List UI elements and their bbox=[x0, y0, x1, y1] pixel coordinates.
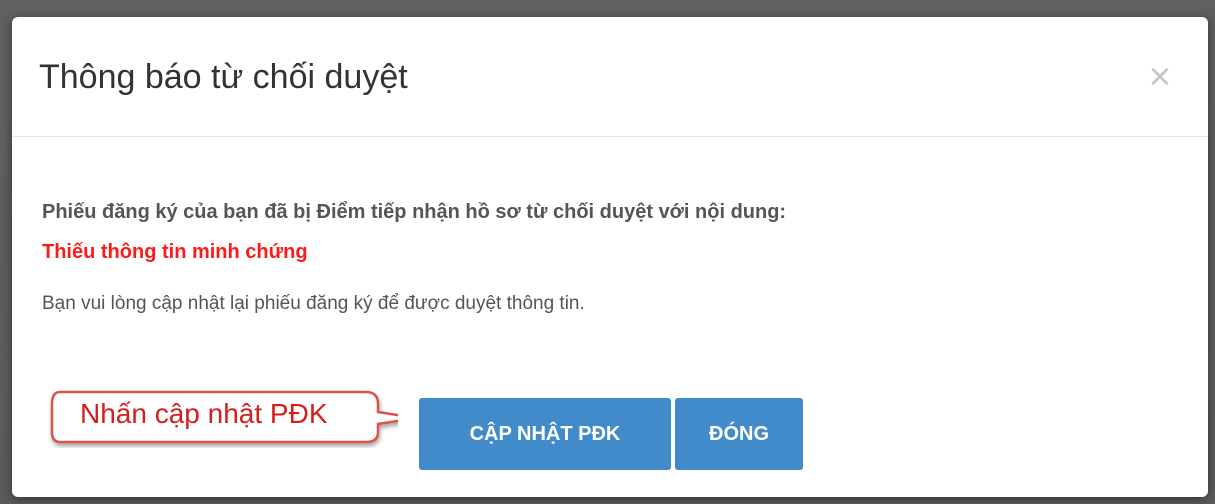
rejection-dialog: Thông báo từ chối duyệt × Phiếu đăng ký … bbox=[12, 17, 1208, 497]
rejection-reason: Thiếu thông tin minh chứng bbox=[42, 241, 308, 263]
rejection-message: Phiếu đăng ký của bạn đã bị Điểm tiếp nh… bbox=[42, 201, 787, 223]
update-instruction: Bạn vui lòng cập nhật lại phiếu đăng ký … bbox=[42, 293, 585, 314]
close-button[interactable]: ĐÓNG bbox=[675, 398, 803, 470]
instruction-callout: Nhấn cập nhật PĐK bbox=[48, 388, 398, 448]
dialog-title: Thông báo từ chối duyệt bbox=[39, 58, 408, 96]
update-registration-button[interactable]: CẬP NHẬT PĐK bbox=[419, 398, 671, 470]
callout-text: Nhấn cập nhật PĐK bbox=[80, 398, 328, 429]
close-icon[interactable]: × bbox=[1146, 61, 1174, 93]
dialog-header: Thông báo từ chối duyệt × bbox=[12, 17, 1208, 137]
